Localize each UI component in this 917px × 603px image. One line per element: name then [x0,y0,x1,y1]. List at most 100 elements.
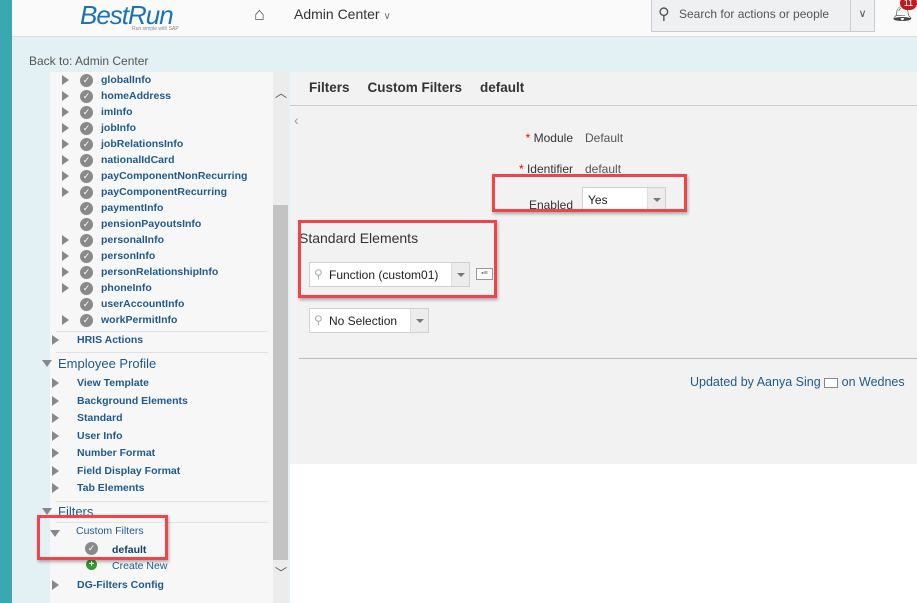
tree-item[interactable]: payComponentNonRecurring [101,170,247,182]
search-icon: ⚲ [658,6,670,23]
expand-triangle-icon[interactable] [62,283,69,293]
search-placeholder: Search for actions or people [679,7,830,21]
left-edge-strip [0,0,12,603]
back-link[interactable]: Back to: Admin Center [29,54,148,68]
check-circle-icon: ✓ [80,250,93,263]
scroll-down-arrow[interactable]: ﹀ [275,564,287,581]
expand-triangle-icon[interactable] [62,155,69,165]
tree-item-hris-actions[interactable]: HRIS Actions [77,334,143,346]
tree-item[interactable]: jobRelationsInfo [101,138,183,150]
check-circle-icon: ✓ [80,266,93,279]
updated-date: on Wednes [841,375,905,389]
tree-item[interactable]: imInfo [101,106,133,118]
expand-triangle-icon[interactable] [62,75,69,85]
tree-item[interactable]: Background Elements [77,395,188,407]
tree-item[interactable]: paymentInfo [101,202,163,214]
expand-triangle-icon[interactable] [62,123,69,133]
check-circle-icon: ✓ [80,74,93,87]
check-circle-icon: ✓ [80,314,93,327]
expand-triangle-icon[interactable] [62,139,69,149]
tree-item[interactable]: globalInfo [101,74,151,86]
updated-by-info: Updated by Aanya Sing on Wednes [690,375,905,389]
tree-item[interactable]: Number Format [77,447,155,459]
home-icon[interactable]: ⌂ [254,4,265,25]
expand-triangle-icon[interactable] [62,251,69,261]
check-circle-icon: ✓ [80,138,93,151]
check-circle-icon: ✓ [80,90,93,103]
divider [56,501,268,502]
expand-triangle-icon[interactable] [62,171,69,181]
expand-triangle-icon[interactable] [52,465,59,476]
tree-item[interactable]: pensionPayoutsInfo [101,218,201,230]
tree-item[interactable]: Tab Elements [77,482,145,494]
expand-triangle-icon[interactable] [52,580,59,590]
search-dropdown-button[interactable]: ∨ [850,0,874,31]
sidebar-scroll-thumb[interactable] [273,205,288,560]
expand-triangle-icon[interactable] [52,413,59,423]
divider [56,352,268,353]
expand-triangle-icon[interactable] [62,187,69,197]
breadcrumb-custom-filters[interactable]: Custom Filters [368,80,463,95]
company-logo[interactable]: BestRun Run simple with SAP [80,0,179,32]
expand-triangle-icon[interactable] [52,448,59,458]
expand-triangle-icon[interactable] [52,378,59,388]
search-icon: ⚲ [314,313,323,327]
check-circle-icon: ✓ [80,234,93,247]
highlight-box-custom-filters [37,515,168,560]
breadcrumb-filters[interactable]: Filters [309,80,350,95]
tree-item[interactable]: personRelationshipInfo [101,266,218,278]
module-name: Admin Center [294,6,380,22]
check-circle-icon: ✓ [80,122,93,135]
module-value: Default [585,131,624,145]
expand-triangle-icon[interactable] [52,395,59,406]
tree-item[interactable]: nationalIdCard [101,154,175,166]
element-select-2[interactable]: ⚲ No Selection [309,308,429,333]
expand-triangle-icon[interactable] [62,91,69,101]
check-circle-icon: ✓ [80,154,93,167]
tree-item-dg-filters-config[interactable]: DG-Filters Config [77,579,164,591]
tree-item[interactable]: userAccountInfo [101,298,184,310]
tree-item[interactable]: Field Display Format [77,465,180,477]
check-circle-icon: ✓ [80,298,93,311]
expand-triangle-icon[interactable] [62,267,69,277]
tree-item[interactable]: payComponentRecurring [101,186,227,198]
create-new-link[interactable]: Create New [112,560,167,572]
divider [290,105,917,106]
expand-triangle-icon[interactable] [62,235,69,245]
module-label: * Module [525,131,573,145]
collapse-triangle-icon[interactable] [42,360,52,367]
tree-item[interactable]: Standard [77,412,123,424]
chevron-down-icon: ∨ [383,11,391,22]
collapse-triangle-icon[interactable] [42,508,52,515]
tree-item[interactable]: personInfo [101,250,155,262]
expand-triangle-icon[interactable] [62,107,69,117]
tree-item[interactable]: jobInfo [101,122,136,134]
updated-by-user[interactable]: Updated by Aanya Sing [690,375,821,389]
module-switcher[interactable]: Admin Center ∨ [294,6,391,22]
expand-triangle-icon[interactable] [52,430,59,441]
expand-triangle-icon[interactable] [62,315,69,325]
tree-item[interactable]: homeAddress [101,90,171,102]
expand-triangle-icon[interactable] [52,335,59,345]
tree-section-employee-profile[interactable]: Employee Profile [58,356,156,371]
tree-item[interactable]: workPermitInfo [101,314,177,326]
search-input[interactable]: ⚲ Search for actions or people ∨ [651,0,875,32]
check-circle-icon: ✓ [80,218,93,231]
check-circle-icon: ✓ [80,202,93,215]
expand-triangle-icon[interactable] [52,483,59,493]
scroll-up-arrow[interactable]: ︿ [275,84,287,101]
user-card-icon[interactable] [824,377,839,388]
plus-circle-icon: + [86,559,97,570]
breadcrumb-default: default [480,80,525,95]
check-circle-icon: ✓ [80,282,93,295]
content-blank-area [290,464,917,603]
logo-tagline: Run simple with SAP [132,26,179,32]
collapse-chevron-left-icon[interactable]: ‹ [294,112,299,128]
tree-item[interactable]: User Info [77,430,123,442]
divider [56,331,268,332]
highlight-box-enabled [492,174,687,212]
element-2-value: No Selection [329,314,398,328]
tree-item[interactable]: View Template [77,377,149,389]
tree-item[interactable]: personalInfo [101,234,164,246]
tree-item[interactable]: phoneInfo [101,282,152,294]
